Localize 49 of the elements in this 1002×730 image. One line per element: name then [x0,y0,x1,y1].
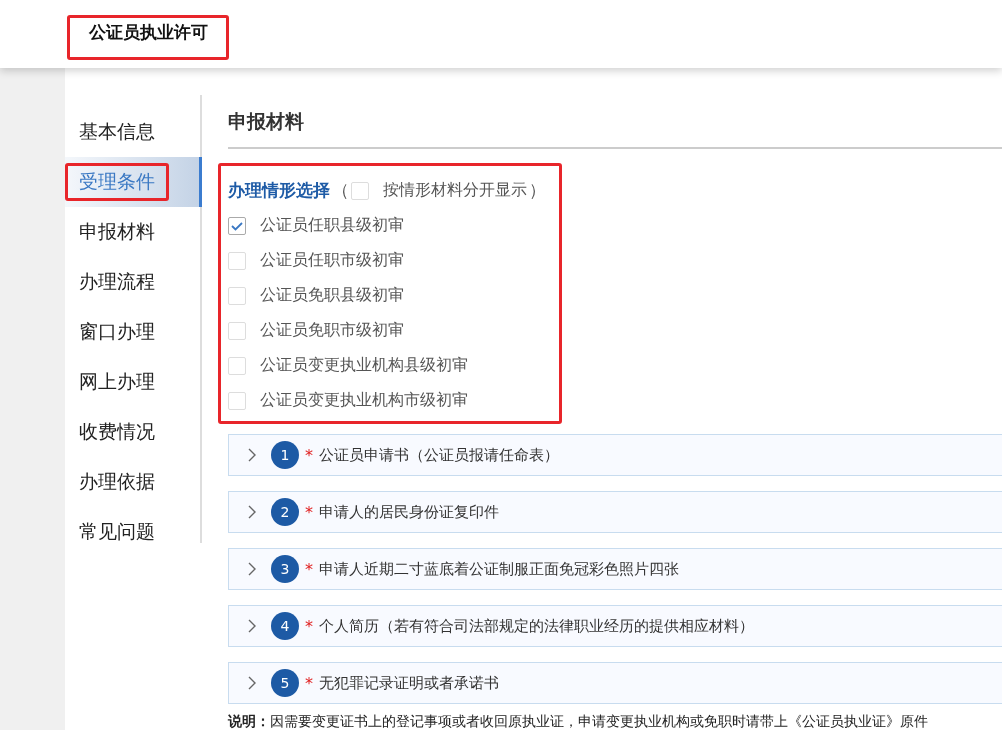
group-label: 办理情形选择 [228,179,330,202]
accordion-row[interactable]: 5 * 无犯罪记录证明或者承诺书 [228,662,1002,704]
paren: （ [332,179,349,202]
number-badge: 3 [271,555,299,583]
accordion-row[interactable]: 1 * 公证员申请书（公证员报请任命表） [228,434,1002,476]
sidebar-item[interactable]: 申报材料 [65,207,202,257]
sidebar-item[interactable]: 收费情况 [65,407,202,457]
checkbox-label: 公证员免职县级初审 [260,285,404,306]
checkbox-label: 按情形材料分开显示 [383,180,527,201]
material-title: 申请人近期二寸蓝底着公证制服正面免冠彩色照片四张 [319,559,679,579]
required-mark: * [305,559,313,579]
chevron-icon [247,619,257,633]
required-mark: * [305,673,313,693]
note-text: 因需要变更证书上的登记事项或者收回原执业证，申请变更执业机构或免职时请带上《公证员执业证》原件 [270,713,928,729]
material-title: 无犯罪记录证明或者承诺书 [319,673,499,693]
checkbox-label: 公证员任职县级初审 [260,215,404,236]
sidebar-item[interactable]: 窗口办理 [65,307,202,357]
sidebar-item[interactable]: 常见问题 [65,507,202,557]
material-title: 申请人的居民身份证复印件 [319,502,499,522]
number-badge: 1 [271,441,299,469]
accordion-row[interactable]: 2 * 申请人的居民身份证复印件 [228,491,1002,533]
checkbox-label: 公证员免职市级初审 [260,320,404,341]
chevron-icon [247,562,257,576]
checkbox-label: 公证员变更执业机构县级初审 [260,355,468,376]
number-badge: 2 [271,498,299,526]
sidebar-item[interactable]: 受理条件 [65,157,202,207]
sidebar-item[interactable]: 基本信息 [65,107,202,157]
required-mark: * [305,616,313,636]
chevron-icon [247,448,257,462]
material-title: 公证员申请书（公证员报请任命表） [319,445,559,465]
sidebar-item[interactable]: 办理流程 [65,257,202,307]
chevron-icon [247,505,257,519]
section-title: 申报材料 [228,95,1002,149]
accordion-row[interactable]: 4 * 个人简历（若有符合司法部规定的法律职业经历的提供相应材料） [228,605,1002,647]
note-label: 说明： [228,713,270,729]
number-badge: 5 [271,669,299,697]
accordion-row[interactable]: 3 * 申请人近期二寸蓝底着公证制服正面免冠彩色照片四张 [228,548,1002,590]
checkbox-label: 公证员变更执业机构市级初审 [260,390,468,411]
page-title: 公证员执业许可 [89,22,208,42]
required-mark: * [305,445,313,465]
sidebar-item[interactable]: 网上办理 [65,357,202,407]
chevron-icon [247,676,257,690]
required-mark: * [305,502,313,522]
sidebar-item[interactable]: 办理依据 [65,457,202,507]
paren: ） [529,179,546,202]
number-badge: 4 [271,612,299,640]
material-title: 个人简历（若有符合司法部规定的法律职业经历的提供相应材料） [319,616,754,636]
checkbox[interactable] [228,216,246,235]
checkbox-label: 公证员任职市级初审 [260,250,404,271]
